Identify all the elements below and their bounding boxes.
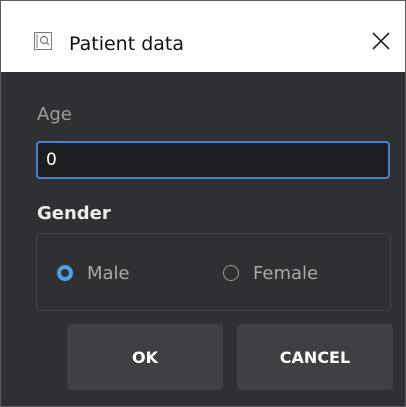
radio-unchecked-icon	[223, 265, 239, 281]
gender-female-label: Female	[253, 262, 319, 284]
gender-male-label: Male	[87, 262, 130, 284]
close-icon[interactable]	[366, 27, 396, 57]
gender-female-radio[interactable]: Female	[223, 261, 318, 285]
ok-button[interactable]: OK	[67, 324, 223, 390]
window-title: Patient data	[69, 33, 184, 55]
gender-label: Gender	[37, 203, 111, 224]
cancel-button[interactable]: CANCEL	[237, 324, 393, 390]
patient-data-dialog: Patient data Age Gender Male Female OK C…	[0, 0, 406, 407]
title-bar[interactable]: Patient data	[1, 1, 405, 72]
magnifier-window-icon	[34, 32, 52, 50]
age-input[interactable]	[36, 141, 390, 179]
gender-male-radio[interactable]: Male	[57, 261, 130, 285]
age-label: Age	[37, 104, 72, 125]
radio-checked-icon	[57, 265, 73, 281]
gender-radio-group: Male Female	[36, 233, 391, 311]
dialog-content: Age Gender Male Female OK CANCEL	[1, 72, 405, 406]
